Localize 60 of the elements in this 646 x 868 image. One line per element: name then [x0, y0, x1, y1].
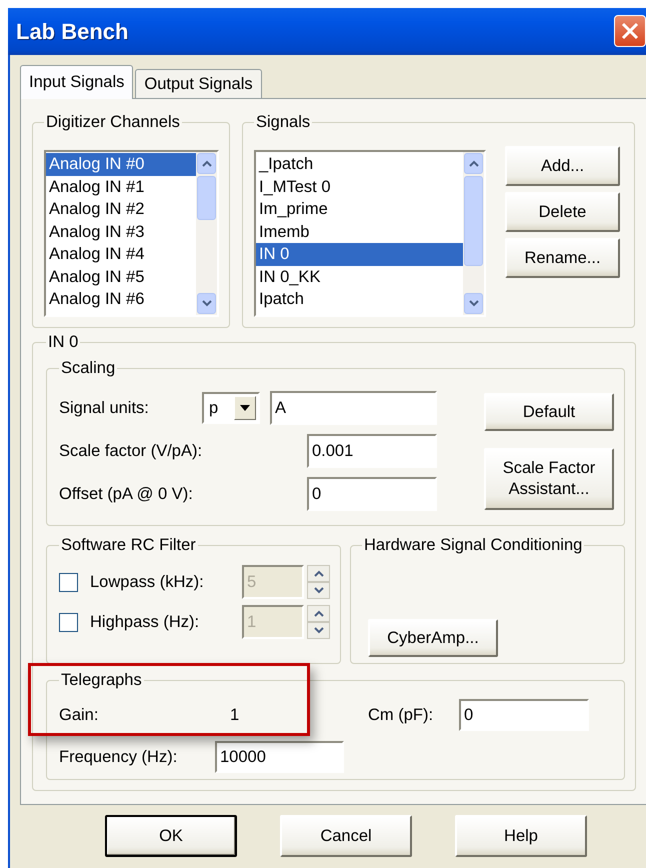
checkbox-label: Lowpass (kHz):	[90, 572, 205, 592]
dialog-button[interactable]: Rename...	[505, 238, 620, 278]
field-label: Frequency (Hz):	[59, 748, 178, 766]
close-icon[interactable]	[614, 15, 646, 47]
list-item[interactable]: Analog IN #4	[46, 243, 196, 266]
field-label: Signal units:	[59, 398, 150, 418]
list-item[interactable]: Analog IN #2	[46, 198, 196, 220]
group-label: Telegraphs	[60, 671, 143, 690]
spin-buttons[interactable]	[307, 605, 330, 639]
spin-buttons[interactable]	[307, 565, 330, 599]
list-item[interactable]: IN 0_KK	[256, 266, 463, 288]
dialog-button[interactable]: Delete	[505, 192, 620, 232]
list-item[interactable]: Imemb	[256, 220, 463, 243]
gain-value: 1	[230, 706, 240, 724]
tab[interactable]: Output Signals	[135, 69, 262, 98]
group-label: Scaling	[60, 359, 116, 378]
input-field[interactable]: 10000	[215, 741, 344, 773]
input-field[interactable]: A	[270, 391, 437, 425]
field-label: Cm (pF):	[368, 706, 434, 724]
caret-icon	[240, 405, 250, 411]
scroll-up-icon[interactable]	[197, 153, 216, 174]
group-label: Software RC Filter	[60, 536, 197, 555]
dialog-button[interactable]: Cancel	[280, 815, 412, 857]
input-field[interactable]: 0	[459, 699, 589, 731]
group-label: Signals	[255, 113, 312, 132]
list-item[interactable]: Analog IN #0	[46, 153, 196, 176]
tab[interactable]: Input Signals	[20, 65, 134, 99]
group-label: Digitizer Channels	[45, 113, 181, 132]
scroll-down-icon[interactable]	[464, 293, 483, 314]
scroll-up-icon[interactable]	[464, 153, 483, 174]
field-label: Scale factor (V/pA):	[59, 442, 204, 460]
field-label: Gain:	[59, 706, 100, 724]
list-item[interactable]: Analog IN #3	[46, 220, 196, 243]
scroll-thumb[interactable]	[197, 176, 216, 220]
list-item[interactable]: Analog IN #5	[46, 266, 196, 288]
list-item[interactable]: Analog IN #1	[46, 176, 196, 198]
list-item[interactable]: Ipatch	[256, 288, 463, 310]
input-field[interactable]: 0.001	[307, 434, 437, 468]
dialog-button[interactable]: Add...	[505, 146, 620, 186]
checkbox-label: Highpass (Hz):	[90, 612, 200, 632]
list-item[interactable]: I_MTest 0	[256, 176, 463, 198]
dialog-button[interactable]: OK	[105, 815, 237, 857]
group-label: Hardware Signal Conditioning	[363, 536, 584, 555]
input-field[interactable]: 0	[307, 477, 437, 511]
list-item[interactable]: Analog IN #6	[46, 288, 196, 310]
dialog-button[interactable]: Help	[455, 815, 587, 857]
list-item[interactable]: Im_prime	[256, 198, 463, 220]
list-item[interactable]: _Ipatch	[256, 153, 463, 176]
scroll-down-icon[interactable]	[197, 293, 216, 314]
scrollbar[interactable]	[196, 152, 217, 315]
window-title: Lab Bench	[16, 18, 128, 44]
dialog-button[interactable]: Scale Factor Assistant...	[484, 448, 614, 510]
unit-prefix-dropdown[interactable]: p	[202, 392, 260, 424]
dialog-button[interactable]: Default	[484, 393, 614, 431]
field-label: Offset (pA @ 0 V):	[59, 484, 194, 504]
scroll-thumb[interactable]	[464, 176, 483, 266]
dialog-button[interactable]: CyberAmp...	[368, 619, 498, 657]
group-label: IN 0	[47, 333, 80, 352]
scrollbar[interactable]	[463, 152, 484, 315]
list-item[interactable]: IN 0	[256, 243, 463, 266]
